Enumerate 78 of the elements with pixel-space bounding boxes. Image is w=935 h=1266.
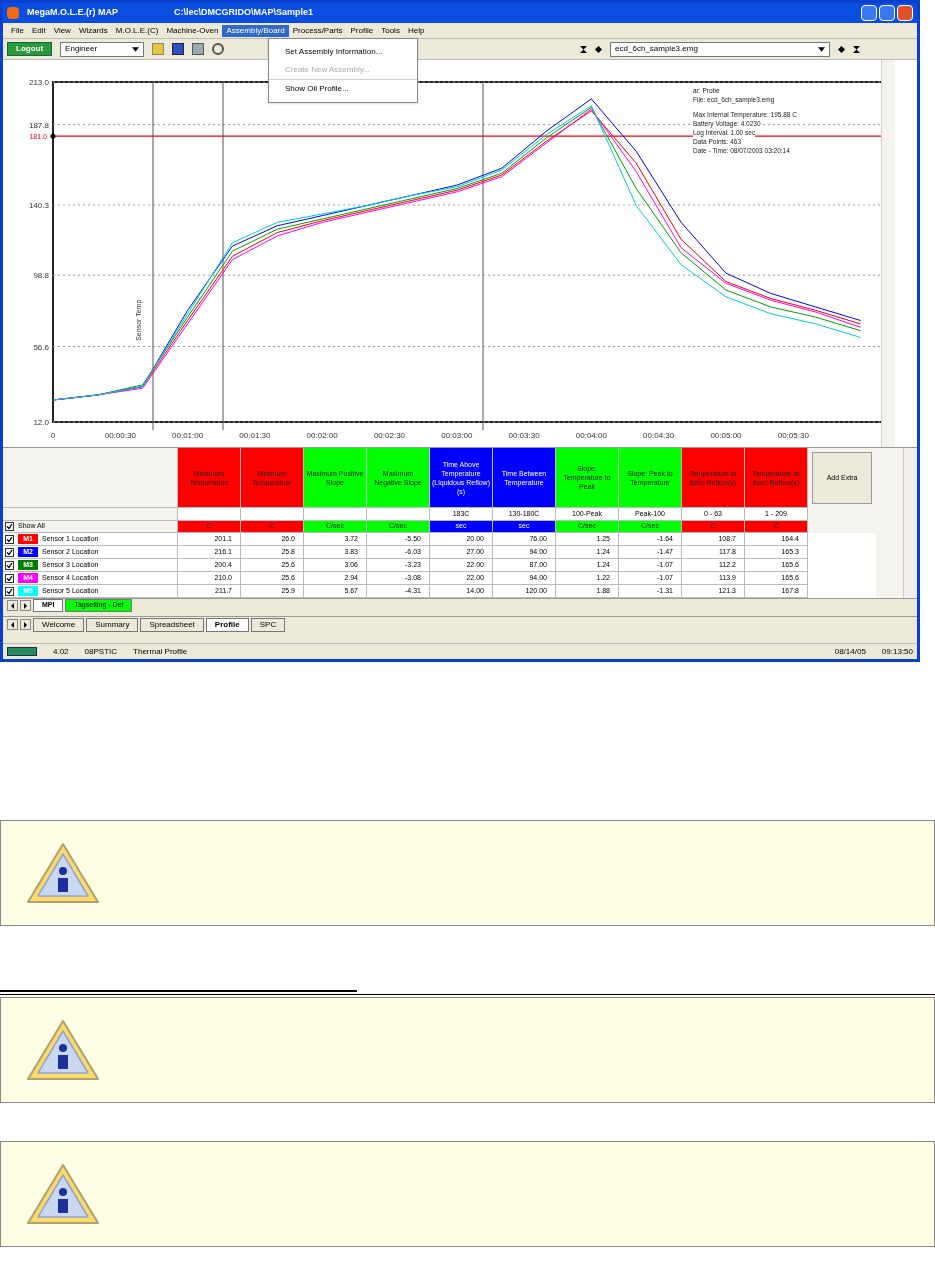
dropdown-item[interactable]: Show Oil Profile...	[269, 79, 417, 98]
y-tick-label: 12.0	[33, 418, 49, 427]
status-text: Thermal Profile	[133, 645, 188, 658]
checkbox[interactable]	[5, 547, 14, 557]
diamond-icon[interactable]	[595, 45, 603, 53]
x-tick-label: 00:01:30	[239, 431, 271, 440]
x-tick-label: 00:01:00	[172, 431, 204, 440]
window-title: MegaM.O.L.E.(r) MAP	[27, 6, 118, 20]
blank-range-cell	[304, 508, 367, 521]
app-icon	[7, 7, 19, 19]
status-text: 4.02	[53, 645, 69, 658]
menu-item[interactable]: Machine-Oven	[162, 24, 223, 37]
view-tab[interactable]: Summary	[86, 617, 139, 632]
x-tick-label: 00:00:30	[104, 431, 136, 440]
scroll-button[interactable]	[20, 619, 31, 630]
maximize-button[interactable]	[879, 5, 895, 21]
x-tick-label: 00:03:00	[441, 431, 473, 440]
view-tab[interactable]: Spreadsheet	[140, 617, 204, 632]
menu-item[interactable]: Help	[403, 24, 429, 37]
scroll-button[interactable]	[7, 619, 18, 630]
close-button[interactable]	[897, 5, 913, 21]
menu-item[interactable]: View	[49, 24, 75, 37]
logout-button[interactable]: Logout	[7, 42, 53, 56]
diamond-icon[interactable]	[838, 45, 846, 53]
x-tick-label: 00:04:30	[643, 431, 675, 440]
window-path: C:\lec\DMCGRIDO\MAP\Sample1	[174, 6, 314, 20]
scrollbar[interactable]	[903, 448, 917, 598]
x-tick-label: 00:02:30	[373, 431, 406, 440]
menu-item[interactable]: Assembly/Board	[222, 24, 289, 37]
checkbox[interactable]	[5, 560, 14, 570]
menu-item[interactable]: Profile	[346, 24, 378, 37]
user-dropdown[interactable]: Engineer	[60, 41, 145, 57]
checkbox[interactable]	[5, 534, 14, 544]
view-tab[interactable]: Profile	[205, 617, 249, 632]
scrollbar[interactable]	[881, 60, 895, 447]
blank-range-cell	[367, 508, 430, 521]
scroll-button[interactable]	[7, 600, 18, 611]
y-tick-label: 213.0	[28, 78, 49, 87]
y-tick-label: 56.6	[33, 342, 49, 352]
checkbox[interactable]	[5, 522, 14, 531]
scroll-button[interactable]	[20, 600, 31, 611]
arrow-icon	[10, 602, 15, 609]
info-triangle-icon	[25, 1162, 101, 1226]
arrow-icon	[23, 621, 28, 628]
info-triangle-icon	[25, 841, 101, 905]
checkbox[interactable]	[5, 573, 14, 583]
y-tick-label: 140.3	[28, 201, 49, 210]
dropdown-item[interactable]: Set Assembly Information...	[269, 43, 417, 61]
status-time: 09:13:50	[881, 645, 913, 658]
menu-item[interactable]: Wizards	[74, 24, 112, 37]
x-tick-label: 00:04:00	[575, 431, 607, 440]
x-tick-label: 00:05:30	[777, 431, 809, 440]
view-tab[interactable]: Welcome	[33, 617, 85, 632]
y-tick-label: 98.8	[33, 271, 49, 281]
minimize-button[interactable]	[861, 5, 877, 21]
menu-item[interactable]: File	[7, 24, 28, 37]
menu-item[interactable]: Edit	[27, 24, 50, 37]
arrow-icon	[10, 621, 15, 628]
x-tick-label: 00:02:00	[306, 431, 338, 440]
x-tick-label: 00:03:30	[508, 431, 540, 440]
x-tick-label: 0	[50, 431, 56, 440]
arrow-icon	[23, 602, 28, 609]
menu-item[interactable]: M.O.L.E.(C)	[111, 24, 163, 37]
caret-icon	[132, 45, 140, 53]
status-date: 08/14/05	[834, 645, 866, 658]
file-dropdown[interactable]: ecd_6ch_sample3.emg	[610, 41, 831, 57]
view-tab[interactable]: SPC	[250, 617, 286, 632]
y-tick-label: 187.8	[28, 120, 49, 130]
menu-item[interactable]: Tools	[377, 24, 404, 37]
status-text: 08PSTIC	[84, 645, 118, 658]
menu-item[interactable]: Process/Parts	[288, 24, 347, 37]
checkbox[interactable]	[5, 586, 14, 596]
blank-range-cell	[178, 508, 241, 521]
caret-icon	[818, 45, 826, 53]
reference-handle[interactable]	[50, 133, 56, 139]
info-triangle-icon	[25, 1018, 101, 1082]
x-tick-label: 00:05:00	[710, 431, 742, 440]
blank-range-cell	[241, 508, 304, 521]
